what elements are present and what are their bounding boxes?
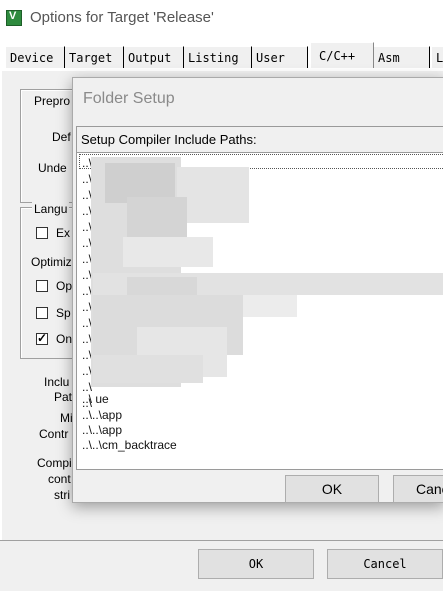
tab-device[interactable]: Device	[6, 46, 65, 68]
tab-output[interactable]: Output	[124, 46, 184, 68]
execute-only-label: Ex	[56, 226, 71, 240]
one-elf-section-label: On	[56, 332, 73, 346]
compiler-control-label-1: Compi	[37, 456, 72, 470]
tab-asm[interactable]: Asm	[374, 46, 430, 68]
tab-listing[interactable]: Listing	[184, 46, 252, 68]
include-paths-label-2: Pat	[54, 390, 73, 404]
misc-controls-label-2: Contr	[39, 427, 69, 441]
include-paths-label-1: Inclu	[44, 375, 70, 389]
folder-setup-dialog: Folder Setup Setup Compiler Include Path…	[72, 77, 443, 503]
path-row[interactable]: ..\..\cm_backtrace	[82, 438, 177, 452]
redacted-area	[93, 355, 203, 383]
window-title: Options for Target 'Release'	[30, 9, 214, 26]
keil-app-icon	[6, 10, 22, 26]
optimize-time-label: Op	[56, 279, 73, 293]
dialog-button-bar: OK Cancel	[0, 540, 443, 591]
compiler-control-label-3: stri	[54, 488, 70, 502]
preprocessor-group-label: Prepro	[32, 94, 73, 108]
define-label: Def	[52, 130, 71, 144]
folder-setup-title: Folder Setup	[83, 90, 175, 107]
compiler-control-label-2: cont	[48, 472, 71, 486]
execute-only-checkbox[interactable]	[36, 227, 48, 239]
redacted-area	[177, 167, 249, 223]
undefine-label: Unde	[38, 161, 67, 175]
tab-strip: Device Target Output Listing User C/C++ …	[0, 42, 443, 70]
tab-linker[interactable]: L	[432, 46, 443, 68]
folder-setup-cancel-button[interactable]: Canc	[393, 475, 443, 503]
redacted-area	[123, 237, 213, 267]
tab-user[interactable]: User	[252, 46, 308, 68]
path-row[interactable]: ..\..\app	[82, 423, 122, 437]
cancel-button[interactable]: Cancel	[327, 549, 443, 579]
optimize-time-checkbox[interactable]	[36, 280, 48, 292]
misc-controls-label-1: Mi	[60, 411, 73, 425]
tab-c-cpp[interactable]: C/C++	[310, 42, 374, 68]
optimization-label: Optimiz	[31, 255, 72, 269]
one-elf-section-checkbox[interactable]	[36, 331, 48, 345]
language-group-label: Langu	[32, 202, 70, 216]
include-paths-list[interactable]: Setup Compiler Include Paths: ..\ ..\ ..…	[76, 126, 443, 470]
folder-setup-ok-button[interactable]: OK	[285, 475, 379, 503]
path-row[interactable]: ..\..\app	[82, 408, 122, 422]
split-sections-label: Sp	[56, 306, 71, 320]
path-row[interactable]: ..\ ue	[82, 392, 109, 406]
title-bar: Options for Target 'Release'	[0, 0, 443, 36]
include-paths-header: Setup Compiler Include Paths:	[77, 127, 443, 153]
split-sections-checkbox[interactable]	[36, 307, 48, 319]
tab-target[interactable]: Target	[65, 46, 124, 68]
ok-button[interactable]: OK	[198, 549, 314, 579]
